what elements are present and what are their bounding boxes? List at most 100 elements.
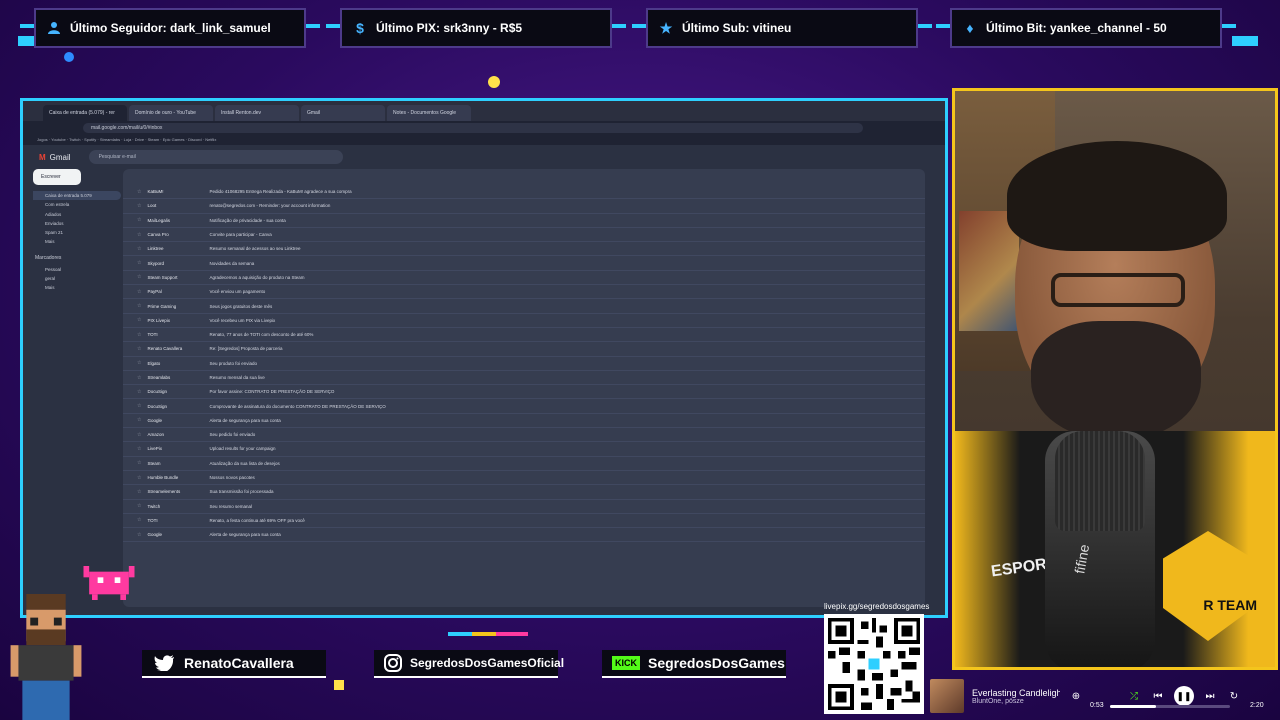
mail-row[interactable]: ☆ KaBuM! Pedido 41068295 Entrega Realizada… bbox=[123, 185, 925, 200]
bookmarks-bar[interactable]: Jogos · Youtube · Twitch · Spotify · Str… bbox=[23, 135, 945, 145]
mail-row[interactable]: ☆ Steam Support Agradecemos a aquisição do… bbox=[123, 271, 925, 286]
label-item[interactable]: Mais bbox=[33, 283, 121, 292]
star-icon[interactable]: ☆ bbox=[137, 217, 141, 223]
streamer-beard bbox=[1031, 321, 1201, 441]
mail-row[interactable]: ☆ Twitch Seu resumo semanal bbox=[123, 500, 925, 514]
label-item[interactable]: geral bbox=[33, 274, 121, 283]
star-icon[interactable]: ☆ bbox=[137, 189, 141, 195]
star-icon[interactable]: ☆ bbox=[137, 489, 141, 495]
sidebar-item-spam[interactable]: Spam 21 bbox=[33, 228, 121, 237]
like-icon[interactable]: ⊕ bbox=[1068, 688, 1084, 704]
star-icon[interactable]: ☆ bbox=[137, 389, 141, 395]
mail-subject: Renato, 77 anos de TOTI com desconto de … bbox=[209, 332, 314, 338]
mail-row[interactable]: ☆ Google Alerta de segurança para sua cont… bbox=[123, 414, 925, 429]
sidebar-item-more[interactable]: Mais bbox=[33, 237, 121, 246]
mail-subject: Alerta de segurança para sua conta bbox=[209, 417, 281, 423]
mail-sender: DocuSign bbox=[147, 389, 167, 395]
star-icon[interactable]: ☆ bbox=[137, 417, 141, 423]
star-icon[interactable]: ☆ bbox=[137, 432, 141, 438]
star-icon[interactable]: ☆ bbox=[137, 232, 141, 238]
star-icon[interactable]: ☆ bbox=[137, 446, 141, 452]
sidebar-item-snoozed[interactable]: Adiados bbox=[33, 210, 121, 219]
star-icon[interactable]: ☆ bbox=[137, 532, 141, 538]
mail-row[interactable]: ☆ Canva Pro Convite para participar - Canv… bbox=[123, 228, 925, 243]
browser-tab[interactable]: Install Renton.dev bbox=[215, 105, 299, 121]
mail-sender: Streamlabs bbox=[147, 375, 171, 380]
mail-row[interactable]: ☆ Google Alerta de segurança para sua cont… bbox=[123, 528, 925, 543]
sidebar-item-sent[interactable]: Enviados bbox=[33, 219, 121, 228]
mail-row[interactable]: ☆ MailLegalis Notificação de privacidade -… bbox=[123, 214, 925, 228]
browser-tab[interactable]: Domínio de ouro - YouTube bbox=[129, 105, 213, 121]
elapsed-time: 0:53 bbox=[1090, 702, 1104, 709]
alert-label: Último PIX: srk3nny - R$5 bbox=[376, 21, 523, 35]
mail-row[interactable]: ☆ Loot renato@segredos.com - Reminder: you… bbox=[123, 199, 925, 214]
song-info: Everlasting Candlelight BluntOne, pösze bbox=[972, 688, 1060, 705]
mail-sender: DocuSign bbox=[147, 403, 167, 409]
star-icon[interactable]: ☆ bbox=[137, 475, 141, 481]
compose-button[interactable]: Escrever bbox=[33, 169, 81, 185]
mail-row[interactable]: ☆ Streamlabs Resumo mensal da sua live bbox=[123, 371, 925, 386]
mail-row[interactable]: ☆ Humble Bundle Nossos novos pacotes bbox=[123, 471, 925, 486]
mail-row[interactable]: ☆ PIX Livepix Você recebeu um PIX via Live… bbox=[123, 314, 925, 328]
progress-bar[interactable] bbox=[1110, 705, 1230, 708]
star-icon[interactable]: ☆ bbox=[137, 274, 141, 280]
mail-subject: Comprovante de assinatura do documento C… bbox=[209, 403, 386, 409]
twitter-icon bbox=[152, 652, 176, 674]
mail-row[interactable]: ☆ Amazon Seu pedido foi enviado bbox=[123, 428, 925, 443]
star-icon[interactable]: ☆ bbox=[137, 332, 141, 338]
star-icon[interactable]: ☆ bbox=[137, 203, 141, 209]
mail-subject: Seu produto foi enviado bbox=[209, 360, 258, 366]
browser-tab[interactable]: Gmail bbox=[301, 105, 385, 121]
sidebar-item-label: Com estrela bbox=[45, 202, 70, 208]
mail-row[interactable]: ☆ Steam Atualização da sua lista de desejo… bbox=[123, 457, 925, 471]
star-icon[interactable]: ☆ bbox=[137, 375, 141, 381]
star-icon[interactable]: ☆ bbox=[137, 460, 141, 466]
pause-icon[interactable]: ❚❚ bbox=[1174, 686, 1194, 706]
mail-list: ☆ KaBuM! Pedido 41068295 Entrega Realizada… bbox=[123, 169, 925, 607]
mail-row[interactable]: ☆ PayPal Você enviou um pagamento bbox=[123, 285, 925, 300]
address-bar[interactable]: mail.google.com/mail/u/0/#inbox bbox=[83, 123, 863, 133]
mail-row[interactable]: ☆ LivePix Upload results for your campaign bbox=[123, 442, 925, 457]
social-handle: RenatoCavallera bbox=[184, 655, 294, 671]
star-icon[interactable]: ☆ bbox=[137, 360, 141, 366]
mail-row[interactable]: ☆ DocuSign Comprovante de assinatura do do… bbox=[123, 399, 925, 414]
star-icon[interactable]: ☆ bbox=[137, 303, 141, 309]
sidebar-item-inbox[interactable]: Caixa de entrada 5.079 bbox=[33, 191, 121, 201]
star-icon[interactable]: ☆ bbox=[137, 246, 141, 252]
star-icon[interactable]: ☆ bbox=[137, 346, 141, 352]
repeat-icon[interactable]: ↻ bbox=[1226, 688, 1242, 704]
gmail-search-input[interactable]: Pesquisar e-mail bbox=[88, 150, 343, 164]
star-icon[interactable]: ☆ bbox=[137, 403, 141, 409]
mail-row[interactable]: ☆ Elgato Seu produto foi enviado bbox=[123, 357, 925, 371]
star-icon[interactable]: ☆ bbox=[137, 517, 141, 523]
sidebar-item-starred[interactable]: Com estrela bbox=[33, 200, 121, 209]
mail-row[interactable]: ☆ TOTI Renato, 77 anos de TOTI com descont… bbox=[123, 328, 925, 343]
star-icon[interactable]: ☆ bbox=[137, 260, 141, 266]
browser-tab[interactable]: Caixa de entrada (5.079) - rer bbox=[43, 105, 127, 121]
mail-subject: Seu pedido foi enviado bbox=[209, 432, 256, 438]
label-item[interactable]: Pessoal bbox=[33, 265, 121, 274]
alert-last-bit: ♦ Último Bit: yankee_channel - 50 bbox=[936, 8, 1236, 48]
mail-sender: Skypord bbox=[147, 260, 164, 266]
mail-sender: Amazon bbox=[147, 432, 164, 438]
gmail-logo[interactable]: M Gmail bbox=[39, 153, 71, 162]
mail-row[interactable]: ☆ Prime Gaming Seus jogos gratuitos deste … bbox=[123, 299, 925, 314]
mail-row[interactable]: ☆ Skypord Novidades da semana bbox=[123, 256, 925, 271]
mail-row[interactable]: ☆ Renato Cavallera Re: [Segredos] Proposta… bbox=[123, 342, 925, 357]
star-icon[interactable]: ☆ bbox=[137, 289, 141, 295]
mail-row[interactable]: ☆ TOTI Renato, a festa continua até 69% OF… bbox=[123, 514, 925, 529]
star-icon[interactable]: ☆ bbox=[137, 503, 141, 509]
mail-subject: Nossos novos pacotes bbox=[209, 475, 255, 481]
next-icon[interactable]: ⏭ bbox=[1202, 688, 1218, 704]
browser-tab[interactable]: Notes - Documentos Google bbox=[387, 105, 471, 121]
pixel-character-icon bbox=[10, 594, 82, 720]
mail-row[interactable]: ☆ Linktree Resumo semanal de acessos ao se… bbox=[123, 242, 925, 257]
previous-icon[interactable]: ⏮ bbox=[1150, 688, 1166, 704]
mail-sender: Renato Cavallera bbox=[147, 346, 183, 352]
mail-row[interactable]: ☆ Streamelements Sua transmissão foi proce… bbox=[123, 485, 925, 500]
livepix-qr-code[interactable] bbox=[824, 614, 924, 714]
mail-row[interactable]: ☆ DocuSign Por favor assine: CONTRATO DE P… bbox=[123, 385, 925, 400]
shuffle-icon[interactable]: ⤮ bbox=[1126, 688, 1142, 704]
star-icon[interactable]: ☆ bbox=[137, 317, 141, 323]
qr-code-icon bbox=[828, 618, 920, 710]
